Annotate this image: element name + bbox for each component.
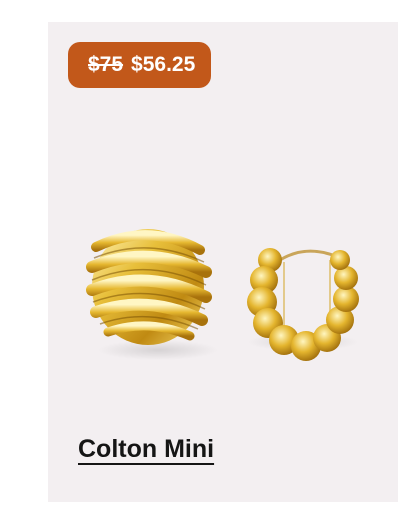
product-title-link[interactable]: Colton Mini (78, 435, 214, 464)
sale-price: $56.25 (131, 53, 196, 76)
price-badge: $75 $56.25 (68, 42, 212, 88)
earrings-product-image[interactable] (48, 202, 398, 372)
original-price: $75 (88, 53, 124, 76)
product-card[interactable]: $75 $56.25 Colton Mini (48, 22, 398, 502)
